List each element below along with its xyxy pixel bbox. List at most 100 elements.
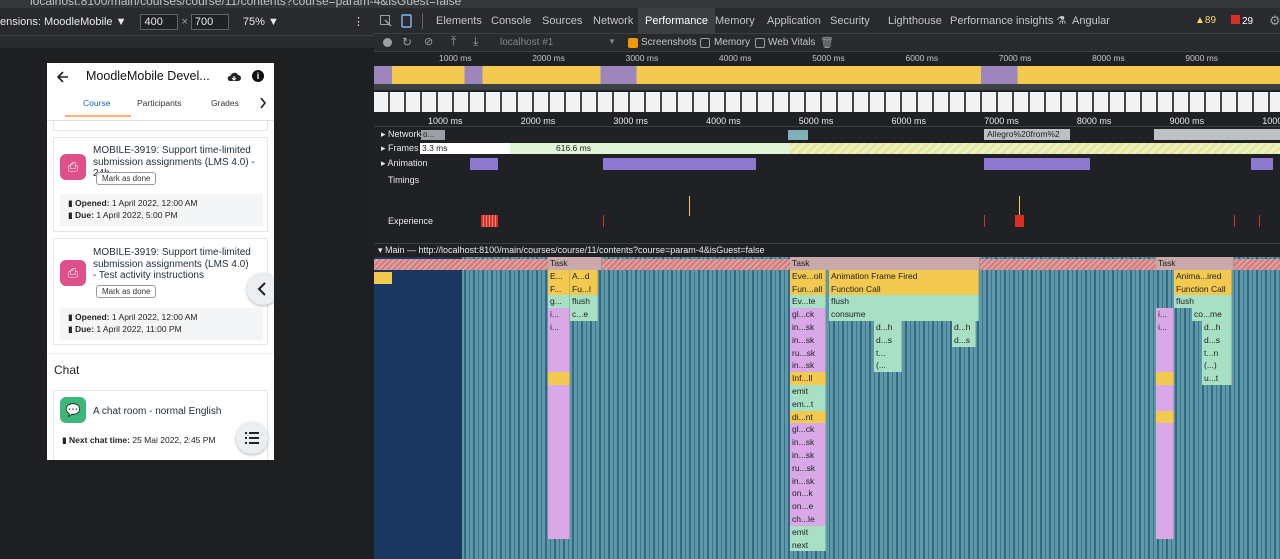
- flame-entry[interactable]: [1156, 410, 1174, 424]
- flame-entry[interactable]: [1156, 333, 1174, 347]
- tab-memory[interactable]: Memory: [708, 8, 762, 34]
- network-request[interactable]: [1154, 129, 1280, 140]
- trash-icon[interactable]: 🗑: [820, 36, 834, 49]
- animation-block[interactable]: [984, 158, 1090, 170]
- upload-icon[interactable]: ⤒: [451, 34, 456, 49]
- flame-entry[interactable]: [1156, 525, 1174, 539]
- layout-shift[interactable]: [603, 215, 604, 227]
- warnings-badge[interactable]: ▲89: [1195, 15, 1216, 28]
- flame-entry[interactable]: co...me: [1192, 308, 1232, 321]
- network-request[interactable]: [788, 130, 808, 140]
- animation-track-label[interactable]: ▸ Animation: [381, 158, 428, 169]
- flame-entry[interactable]: [1156, 449, 1174, 462]
- inspect-element-icon[interactable]: [380, 15, 392, 27]
- flame-entry[interactable]: gl...ck: [790, 308, 826, 321]
- flame-entry[interactable]: Function Call: [829, 282, 979, 296]
- main-thread-header[interactable]: ▾ Main — http://localhost:8100/main/cour…: [378, 245, 765, 256]
- animation-block[interactable]: [470, 158, 498, 170]
- flame-entry[interactable]: [1156, 372, 1174, 385]
- web-vitals-checkbox[interactable]: [755, 38, 765, 48]
- flame-entry[interactable]: [1156, 397, 1174, 411]
- tab-course[interactable]: Course: [83, 98, 110, 108]
- flame-entry[interactable]: in...sk: [790, 436, 826, 449]
- tab-grades[interactable]: Grades: [211, 98, 239, 108]
- flame-entry[interactable]: ru...sk: [790, 461, 826, 475]
- flame-entry[interactable]: [1156, 474, 1174, 488]
- memory-checkbox[interactable]: [700, 38, 710, 48]
- back-arrow-icon[interactable]: [56, 70, 70, 84]
- flame-entry[interactable]: [1156, 436, 1174, 449]
- flame-entry[interactable]: c...e: [570, 308, 598, 321]
- tab-sources[interactable]: Sources: [535, 8, 589, 34]
- record-icon[interactable]: [383, 38, 392, 47]
- errors-badge[interactable]: 29: [1231, 15, 1253, 28]
- flame-entry[interactable]: u...t: [1202, 372, 1232, 385]
- frames-track-label[interactable]: ▸ Frames: [381, 143, 419, 154]
- flame-entry[interactable]: [1156, 487, 1174, 501]
- settings-gear-icon[interactable]: ⚙: [1269, 13, 1280, 29]
- timeline-panel[interactable]: ▸ Network o... Allegro%20from%2 ▸ Frames…: [374, 52, 1280, 559]
- flame-entry[interactable]: [548, 410, 570, 424]
- profile-select[interactable]: localhost #1: [500, 37, 553, 48]
- flame-entry[interactable]: d...s: [952, 333, 976, 347]
- chat-card[interactable]: 💬 A chat room - normal English ▮ Next ch…: [53, 390, 268, 460]
- frame-block[interactable]: 616.6 ms: [510, 143, 790, 154]
- device-width-input[interactable]: 400: [140, 13, 179, 30]
- tab-elements[interactable]: Elements: [429, 8, 489, 34]
- flame-entry[interactable]: d...h: [874, 321, 902, 334]
- network-track-label[interactable]: ▸ Network: [381, 129, 421, 140]
- flame-entry[interactable]: [1156, 359, 1174, 373]
- flame-entry[interactable]: [548, 423, 570, 437]
- zoom-select[interactable]: 75% ▼: [243, 16, 279, 28]
- course-index-toggle[interactable]: [247, 273, 274, 305]
- flame-entry[interactable]: Inf...ll: [790, 372, 826, 385]
- layout-shift[interactable]: [984, 215, 985, 227]
- more-options-icon[interactable]: ⋮: [353, 15, 364, 28]
- flame-entry[interactable]: [548, 474, 570, 488]
- tab-network[interactable]: Network: [586, 8, 640, 34]
- flame-entry[interactable]: [1156, 346, 1174, 360]
- tab-security[interactable]: Security: [823, 8, 877, 34]
- tab-console[interactable]: Console: [484, 8, 538, 34]
- flame-entry[interactable]: i...: [548, 321, 570, 334]
- flame-entry[interactable]: i...: [1156, 308, 1174, 321]
- flame-entry[interactable]: d...h: [1202, 321, 1232, 334]
- experience-track-label[interactable]: Experience: [388, 216, 433, 226]
- flame-entry[interactable]: di...nt: [790, 410, 826, 424]
- flame-entry[interactable]: [548, 449, 570, 462]
- flame-entry[interactable]: Anima...ired: [1174, 269, 1232, 283]
- flame-entry[interactable]: emit: [790, 525, 826, 539]
- flame-entry[interactable]: ru...sk: [790, 346, 826, 360]
- flame-entry[interactable]: g...: [548, 295, 570, 309]
- tab-participants[interactable]: Participants: [137, 98, 181, 108]
- layout-shift[interactable]: [1234, 215, 1235, 227]
- screenshots-checkbox[interactable]: [628, 38, 638, 48]
- device-dimensions-select[interactable]: ensions: MoodleMobile ▼: [0, 16, 126, 28]
- flame-entry[interactable]: [548, 359, 570, 373]
- flame-task[interactable]: Task: [1156, 257, 1234, 270]
- flame-entry[interactable]: ch...le: [790, 513, 826, 526]
- layout-shift[interactable]: [1259, 215, 1260, 227]
- flame-entry[interactable]: em...t: [790, 397, 826, 411]
- clear-icon[interactable]: ⊘: [424, 35, 433, 48]
- course-summary-button[interactable]: [236, 422, 268, 454]
- flame-entry[interactable]: Fun...all: [790, 282, 826, 296]
- flame-entry[interactable]: i...: [1156, 321, 1174, 334]
- flame-entry[interactable]: in...sk: [790, 474, 826, 488]
- network-request[interactable]: o...: [421, 130, 445, 140]
- tab-performance-insights[interactable]: Performance insights ⚗: [943, 8, 1073, 34]
- flame-entry[interactable]: Animation Frame Fired: [829, 269, 979, 283]
- chevron-right-icon[interactable]: [259, 97, 267, 109]
- url-bar[interactable]: localhost:8100/main/courses/course/11/co…: [0, 0, 1280, 8]
- device-height-input[interactable]: 700: [190, 13, 229, 30]
- flame-entry[interactable]: i...: [548, 308, 570, 321]
- tab-application[interactable]: Application: [760, 8, 828, 34]
- frame-blocks-partial[interactable]: [790, 143, 1280, 154]
- flame-entry[interactable]: t...: [874, 346, 902, 360]
- flame-entry[interactable]: in...sk: [790, 333, 826, 347]
- flame-entry[interactable]: in...sk: [790, 359, 826, 373]
- flame-entry[interactable]: (...: [874, 359, 902, 373]
- flame-entry[interactable]: [548, 372, 570, 385]
- flame-entry[interactable]: in...sk: [790, 449, 826, 462]
- tab-angular[interactable]: Angular: [1065, 8, 1117, 34]
